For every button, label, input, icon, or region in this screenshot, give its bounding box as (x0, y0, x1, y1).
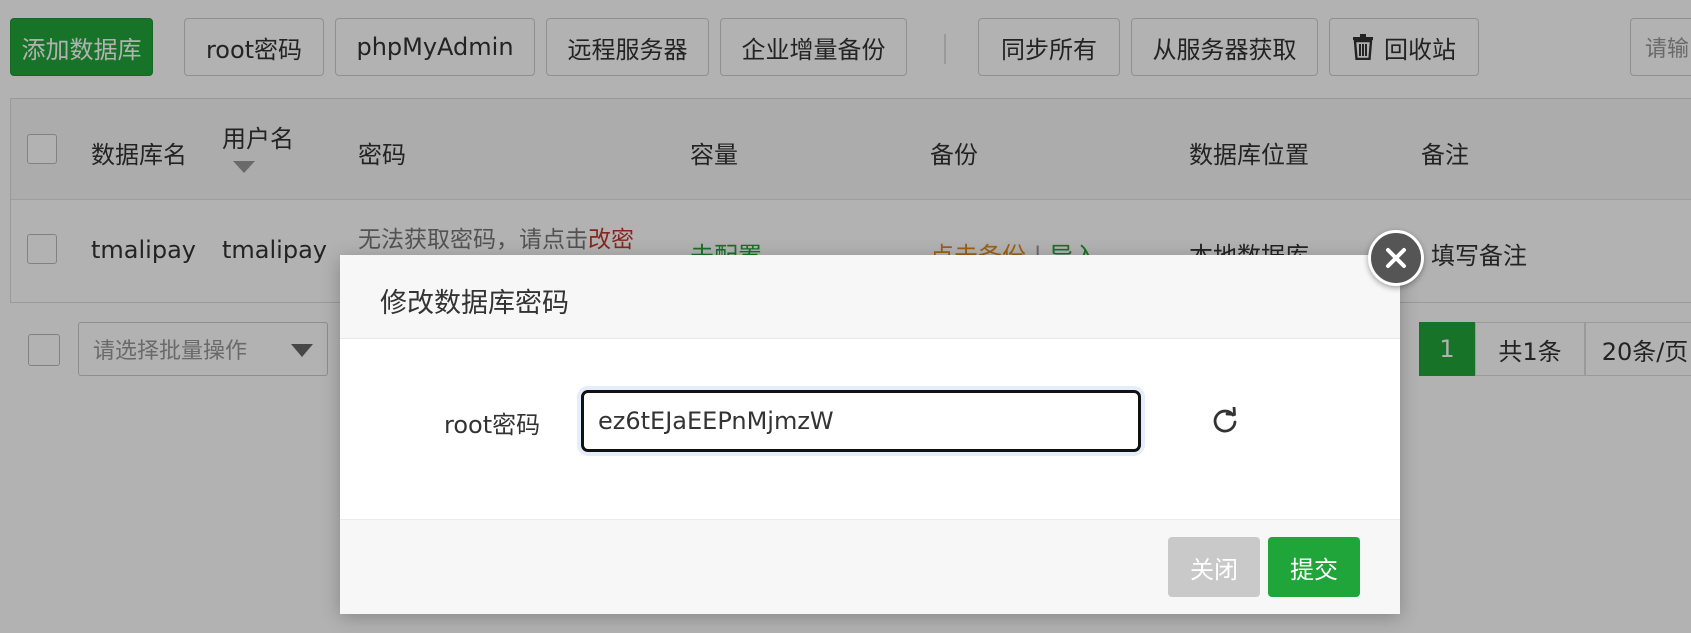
dialog-header: 修改数据库密码 (340, 255, 1400, 339)
close-button[interactable]: 关闭 (1168, 537, 1260, 597)
dialog-close-button[interactable] (1368, 230, 1424, 286)
dialog-footer: 关闭 提交 (340, 519, 1400, 614)
root-password-input[interactable] (581, 390, 1141, 452)
root-password-label: root密码 (444, 411, 541, 439)
change-password-dialog: 修改数据库密码 root密码 关闭 提交 (340, 255, 1400, 614)
dialog-body: root密码 (340, 339, 1400, 519)
submit-button[interactable]: 提交 (1268, 537, 1360, 597)
refresh-icon[interactable] (1211, 407, 1239, 435)
close-icon (1386, 248, 1406, 268)
dialog-title: 修改数据库密码 (380, 288, 569, 319)
